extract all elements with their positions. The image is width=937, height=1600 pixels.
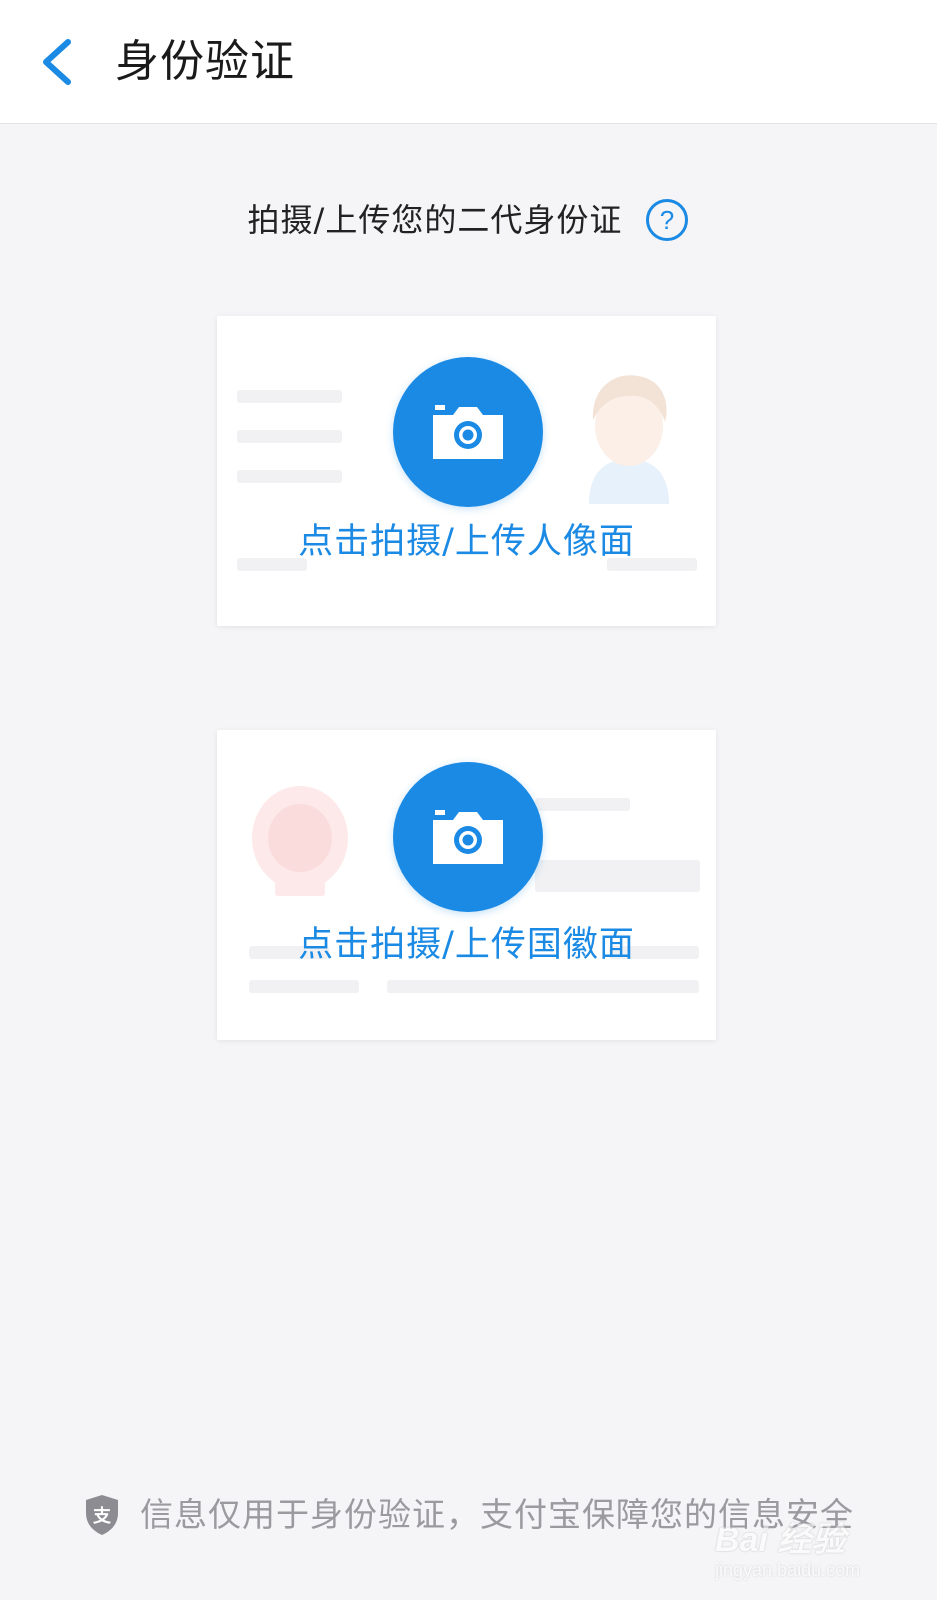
id-card-portrait-upload[interactable]: 点击拍摄/上传人像面: [217, 316, 716, 626]
camera-icon: [433, 405, 503, 459]
placeholder-line: [535, 860, 700, 892]
camera-icon: [433, 810, 503, 864]
placeholder-line: [249, 980, 359, 993]
baidu-jingyan-watermark: Bai 经验 jingyan.baidu.com: [715, 1512, 885, 1582]
placeholder-line: [237, 470, 342, 483]
camera-button[interactable]: [393, 357, 543, 507]
placeholder-line: [535, 798, 630, 811]
watermark-url: jingyan.baidu.com: [715, 1560, 861, 1580]
placeholder-line: [237, 430, 342, 443]
chevron-left-icon: [43, 39, 71, 85]
nav-header: 身份验证: [0, 0, 937, 124]
shield-glyph: 支: [92, 1505, 112, 1527]
camera-button[interactable]: [393, 762, 543, 912]
back-button[interactable]: [30, 30, 90, 94]
instruction-text: 拍摄/上传您的二代身份证: [247, 201, 623, 239]
placeholder-line: [237, 390, 342, 403]
emblem-upload-label: 点击拍摄/上传国徽面: [298, 925, 635, 965]
placeholder-line: [387, 980, 699, 993]
page-title: 身份验证: [115, 36, 295, 87]
portrait-upload-label: 点击拍摄/上传人像面: [298, 522, 635, 562]
alipay-shield-icon: 支: [83, 1493, 121, 1537]
instruction-row: 拍摄/上传您的二代身份证 ?: [0, 193, 937, 247]
id-card-emblem-upload[interactable]: 点击拍摄/上传国徽面: [217, 730, 716, 1040]
question-circle-icon[interactable]: ?: [645, 198, 689, 242]
watermark-brand: Bai 经验: [715, 1521, 846, 1559]
national-emblem-placeholder-icon: [252, 786, 348, 896]
avatar-placeholder-icon: [589, 375, 669, 504]
help-glyph: ?: [660, 205, 674, 235]
